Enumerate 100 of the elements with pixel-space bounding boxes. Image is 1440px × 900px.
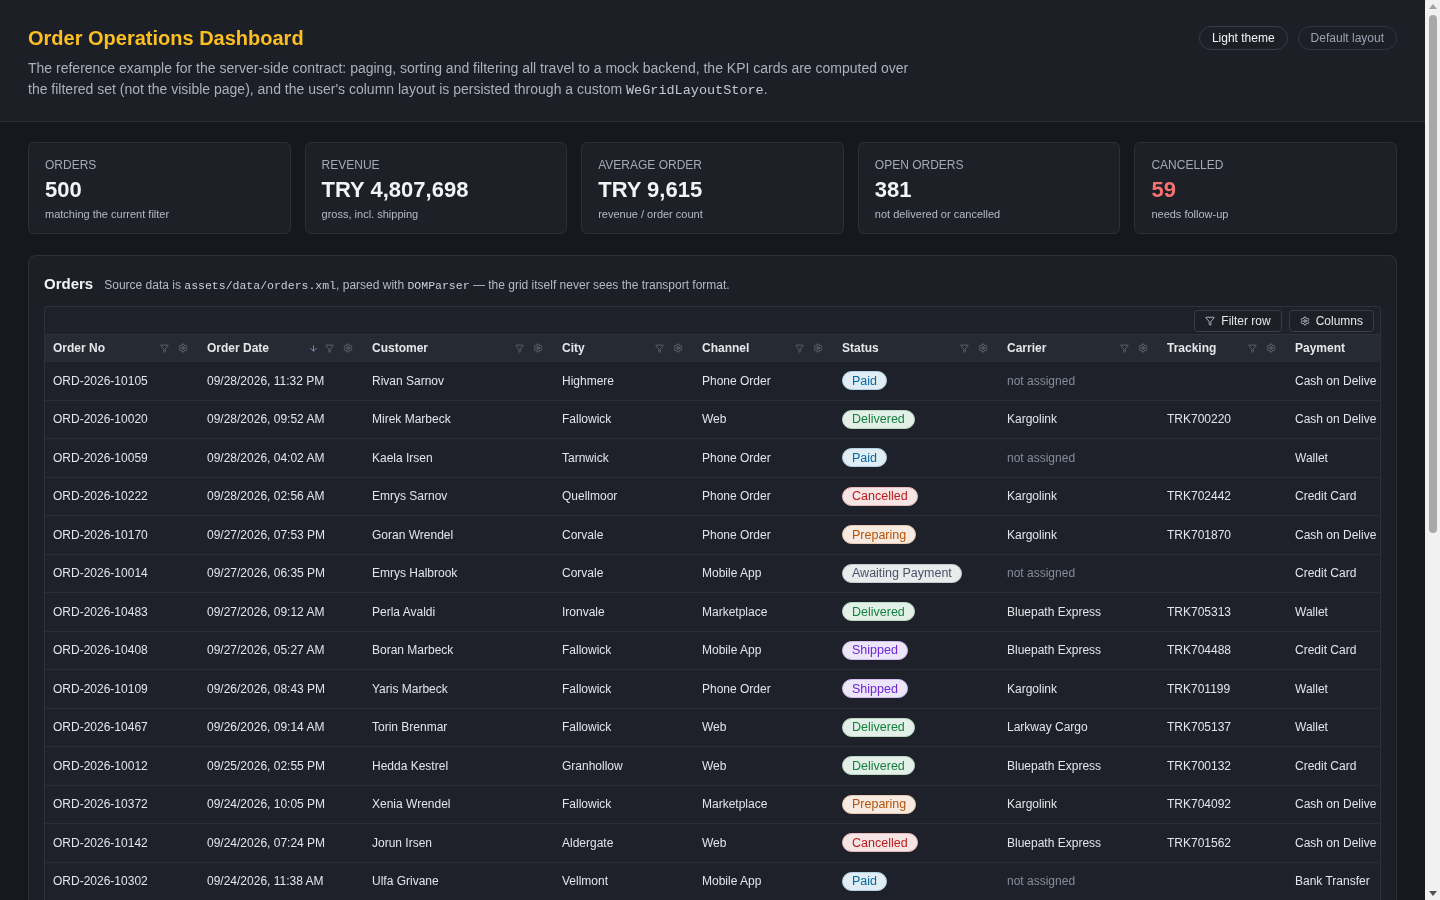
kpi-note: gross, incl. shipping	[321, 207, 419, 221]
table-cell-text: Mobile App	[702, 873, 762, 891]
scroll-down-arrow-icon[interactable]	[1428, 891, 1437, 896]
table-cell-text: Quellmoor	[562, 488, 618, 506]
filter-icon[interactable]	[1120, 343, 1129, 353]
table-cell-text: ORD-2026-10302	[53, 873, 148, 891]
table-cell-text: Larkway Cargo	[1007, 719, 1088, 737]
filter-icon[interactable]	[960, 343, 969, 353]
table-cell-text: Perla Avaldi	[372, 603, 436, 621]
kpi-note: needs follow-up	[1151, 207, 1229, 221]
table-cell-text: Phone Order	[702, 526, 771, 544]
table-cell-text: ORD-2026-10408	[53, 642, 148, 660]
table-cell-text: Fallowick	[562, 680, 612, 698]
filter-row-button[interactable]: Filter row	[1194, 309, 1282, 332]
panel-description: Source data is assets/data/orders.xml, parsed with DOMParser — the grid itself never sees the transport format.	[104, 277, 730, 294]
table-cell-text: ORD-2026-10142	[53, 834, 148, 852]
settings-icon[interactable]	[813, 343, 823, 354]
table-cell-text: 09/27/2026, 05:27 AM	[207, 642, 325, 660]
table-cell-text: Web	[702, 834, 727, 852]
table-cell-text: Fallowick	[562, 719, 612, 737]
scrollbar-track[interactable]	[1425, 0, 1440, 900]
table-cell-text: Kargolink	[1007, 526, 1058, 544]
kpi-value: 59	[1151, 177, 1176, 203]
table-cell-text: ORD-2026-10467	[53, 719, 148, 737]
table-cell-text: Fallowick	[562, 796, 612, 814]
column-header[interactable]: Customer	[364, 335, 554, 361]
column-header[interactable]: Tracking	[1159, 335, 1287, 361]
table-cell-text: ORD-2026-10170	[53, 526, 148, 544]
header-button[interactable]: Light theme	[1198, 26, 1288, 50]
header-button[interactable]: Default layout	[1297, 26, 1397, 50]
table-cell-text: Credit Card	[1295, 642, 1357, 660]
settings-icon[interactable]	[533, 343, 543, 354]
status-badge: Delivered	[842, 602, 915, 622]
filter-icon	[1205, 315, 1216, 326]
settings-icon[interactable]	[673, 343, 683, 354]
page-title: Order Operations Dashboard	[28, 26, 305, 50]
table-cell-text: Bluepath Express	[1007, 603, 1102, 621]
status-badge: Awaiting Payment	[842, 563, 962, 583]
table-cell-text: ORD-2026-10020	[53, 411, 148, 429]
column-header[interactable]: Status	[834, 335, 999, 361]
table-cell-text: Ironvale	[562, 603, 605, 621]
table-cell-text: Phone Order	[702, 449, 771, 467]
settings-icon[interactable]	[1138, 343, 1148, 354]
table-cell-text: TRK701870	[1167, 526, 1232, 544]
settings-icon[interactable]	[1266, 343, 1276, 354]
table-cell-text: Yaris Marbeck	[372, 680, 448, 698]
table-cell-text: 09/25/2026, 02:55 PM	[207, 757, 326, 775]
table-cell-text: Bank Transfer	[1295, 873, 1370, 891]
kpi-label: CANCELLED	[1151, 157, 1224, 173]
column-header[interactable]: Channel	[694, 335, 834, 361]
table-cell-text: Marketplace	[702, 603, 768, 621]
table-cell-text: Cash on Delive	[1295, 796, 1377, 814]
kpi-label: ORDERS	[45, 157, 97, 173]
status-badge: Delivered	[842, 717, 915, 737]
status-badge: Paid	[842, 371, 888, 391]
table-cell-text: 09/27/2026, 09:12 AM	[207, 603, 325, 621]
settings-icon[interactable]	[978, 343, 988, 354]
table-cell-text: ORD-2026-10059	[53, 449, 148, 467]
table-cell-text: Credit Card	[1295, 565, 1357, 583]
scrollbar-thumb[interactable]	[1428, 15, 1437, 533]
table-cell-text: TRK700220	[1167, 411, 1232, 429]
settings-icon[interactable]	[343, 343, 353, 354]
filter-icon[interactable]	[160, 343, 169, 353]
status-badge: Preparing	[842, 794, 917, 814]
table-cell-text: Wallet	[1295, 603, 1328, 621]
table-cell-text: Highmere	[562, 372, 615, 390]
filter-icon[interactable]	[1248, 343, 1257, 353]
column-header[interactable]: Carrier	[999, 335, 1159, 361]
column-header[interactable]: City	[554, 335, 694, 361]
table-cell-text: Corvale	[562, 526, 604, 544]
table-cell-text: 09/28/2026, 11:32 PM	[207, 372, 325, 390]
table-cell-text: Wallet	[1295, 680, 1328, 698]
table-cell-text: Corvale	[562, 565, 604, 583]
table-cell-text: not assigned	[1007, 873, 1076, 891]
table-cell-text: not assigned	[1007, 449, 1076, 467]
table-cell-text: Mobile App	[702, 565, 762, 583]
table-cell-text: 09/26/2026, 08:43 PM	[207, 680, 326, 698]
status-badge: Shipped	[842, 679, 908, 699]
filter-icon[interactable]	[655, 343, 664, 353]
kpi-value: 500	[45, 177, 82, 203]
scroll-up-arrow-icon[interactable]	[1428, 4, 1437, 9]
column-header[interactable]: Order No	[45, 335, 199, 361]
table-cell-text: Tarnwick	[562, 449, 609, 467]
filter-icon[interactable]	[325, 343, 334, 353]
settings-icon[interactable]	[178, 343, 188, 354]
table-cell-text: 09/28/2026, 02:56 AM	[207, 488, 325, 506]
table-cell-text: TRK700132	[1167, 757, 1232, 775]
columns-button[interactable]: Columns	[1288, 309, 1374, 332]
column-header[interactable]: Order Date	[199, 335, 364, 361]
table-cell-text: Boran Marbeck	[372, 642, 454, 660]
table-cell-text: Cash on Delive	[1295, 834, 1377, 852]
filter-icon[interactable]	[515, 343, 524, 353]
table-cell-text: Xenia Wrendel	[372, 796, 451, 814]
table-cell-text: Aldergate	[562, 834, 614, 852]
sort-arrow-icon[interactable]	[309, 343, 318, 353]
table-cell-text: 09/26/2026, 09:14 AM	[207, 719, 325, 737]
column-header[interactable]: Payment	[1287, 335, 1380, 361]
filter-icon[interactable]	[795, 343, 804, 353]
table-cell-text: Torin Brenmar	[372, 719, 448, 737]
table-cell-text: Wallet	[1295, 719, 1328, 737]
